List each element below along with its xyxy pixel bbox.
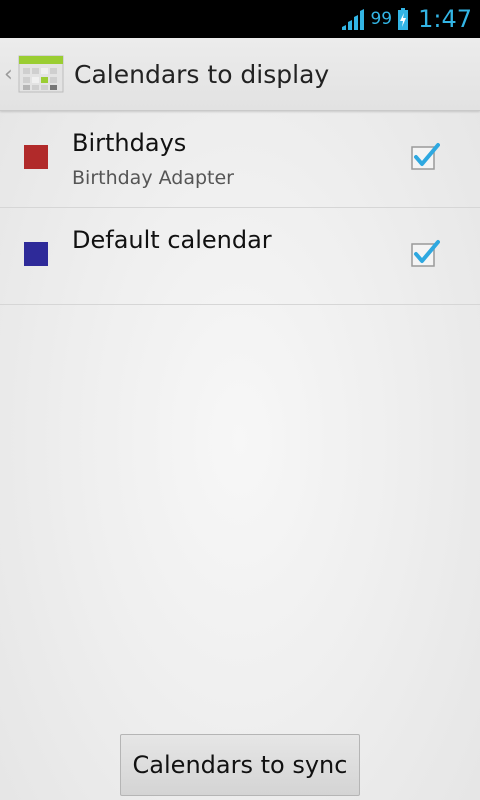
- calendar-row-default[interactable]: Default calendar: [0, 208, 480, 305]
- clock: 1:47: [418, 5, 472, 33]
- calendar-name: Birthdays: [72, 129, 187, 157]
- status-indicators: 99 1:47: [340, 0, 472, 38]
- calendar-app-icon[interactable]: [18, 54, 64, 94]
- page-title: Calendars to display: [74, 59, 330, 89]
- calendar-name: Default calendar: [72, 226, 272, 254]
- calendar-color-swatch: [24, 242, 48, 266]
- calendar-account: Birthday Adapter: [72, 167, 234, 189]
- action-bar: ‹ Calendars to display: [0, 38, 480, 111]
- checkbox-checked-icon[interactable]: [410, 239, 440, 269]
- battery-percent: 99: [370, 9, 393, 29]
- calendars-to-sync-button[interactable]: Calendars to sync: [120, 734, 360, 796]
- checkbox-checked-icon[interactable]: [410, 142, 440, 172]
- battery-charging-icon: [398, 8, 409, 30]
- calendar-list: Birthdays Birthday Adapter Default calen…: [0, 111, 480, 305]
- signal-icon: [342, 9, 365, 30]
- calendar-row-birthdays[interactable]: Birthdays Birthday Adapter: [0, 111, 480, 208]
- status-bar: 99 1:47: [0, 0, 480, 38]
- up-caret-icon[interactable]: ‹: [4, 62, 16, 87]
- calendar-color-swatch: [24, 145, 48, 169]
